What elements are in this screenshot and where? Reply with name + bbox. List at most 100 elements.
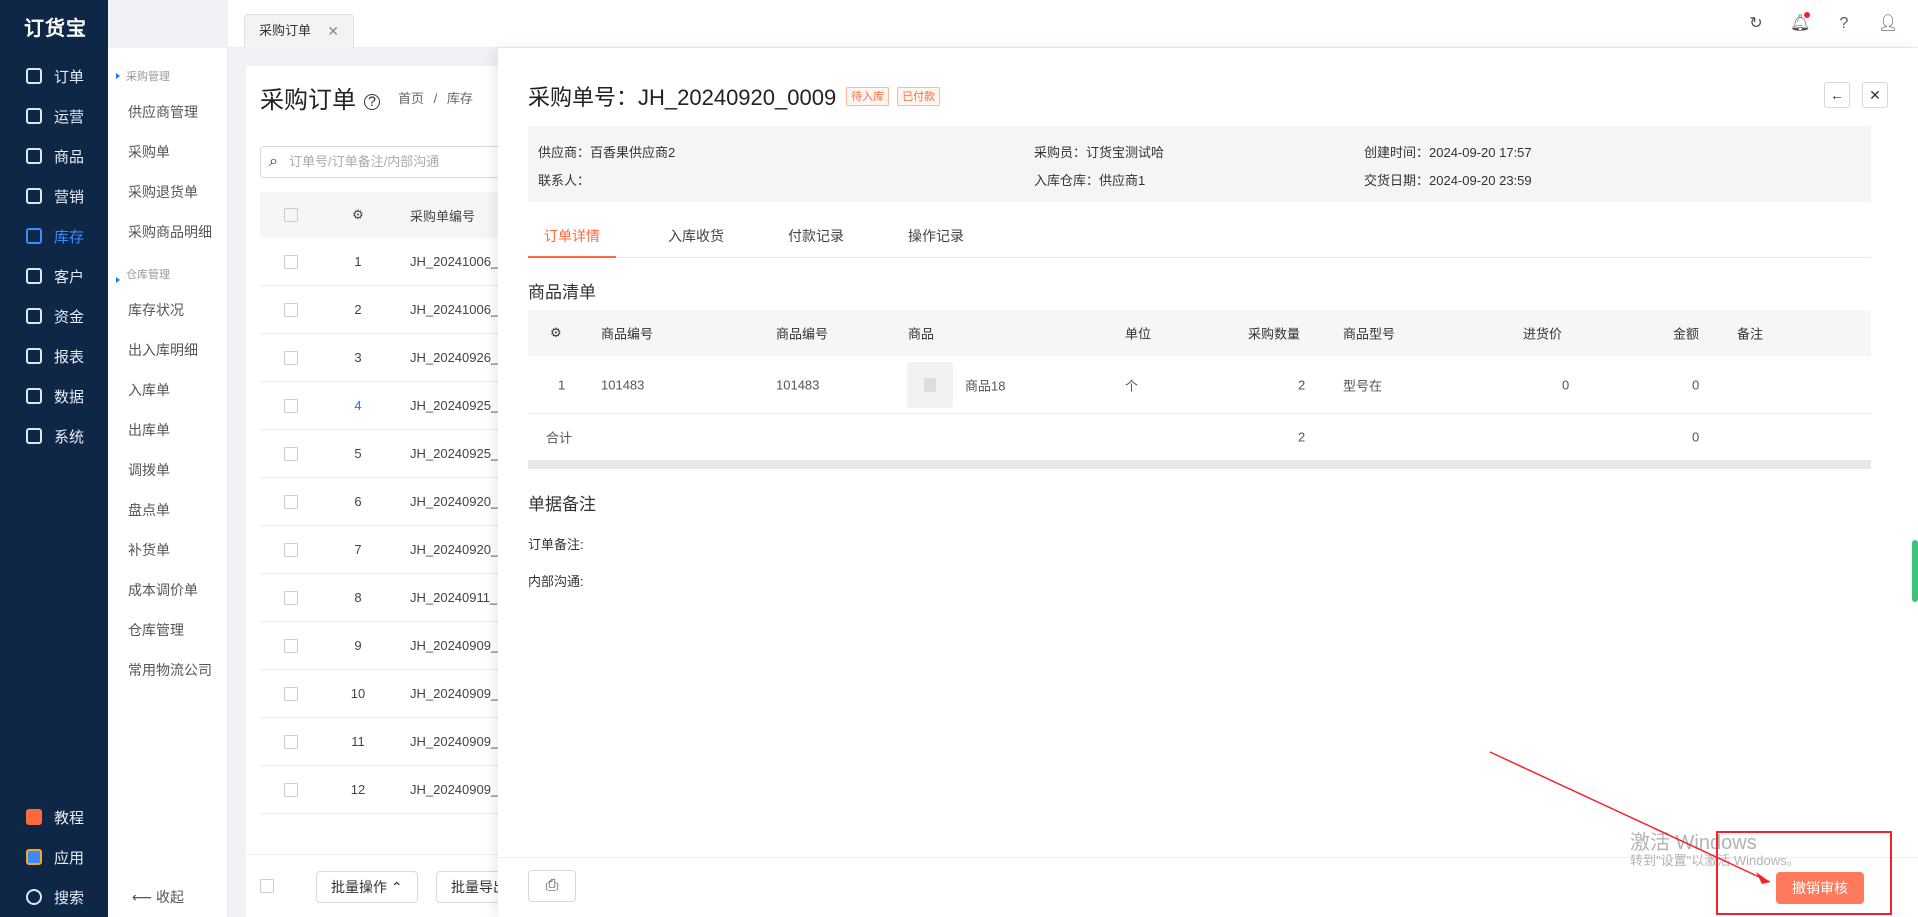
close-button[interactable]: ✕ (1862, 82, 1888, 108)
collapse-button[interactable]: ⟵ 收起 (132, 887, 184, 907)
nav-item-operation[interactable]: 运营 (0, 96, 108, 136)
print-button[interactable]: ⎙ (528, 870, 576, 902)
row-checkbox[interactable] (284, 350, 298, 365)
submenu-item-warehouse-mgmt[interactable]: 仓库管理 (108, 610, 227, 650)
submenu-item-stocktake[interactable]: 盘点单 (108, 490, 227, 530)
back-button[interactable]: ← (1824, 82, 1850, 108)
inventory-icon (26, 228, 42, 244)
page-scroll-indicator[interactable] (1912, 540, 1918, 602)
nav-item-order[interactable]: 订单 (0, 56, 108, 96)
product-thumbnail (907, 361, 953, 408)
goods-row[interactable]: 1 101483 101483 商品18 个 2 型号在 0 0 (528, 356, 1871, 414)
submenu-item-logistics[interactable]: 常用物流公司 (108, 650, 227, 690)
column-settings-icon[interactable]: ⚙ (318, 207, 398, 223)
row-checkbox[interactable] (284, 686, 298, 701)
warehouse-field: 入库仓库：供应商1 (1034, 173, 1146, 188)
order-remark-label: 订单备注: (528, 537, 584, 552)
help-circle-icon[interactable]: ? (364, 93, 380, 110)
row-checkbox[interactable] (284, 302, 298, 317)
submenu-group-purchase: 采购管理 (108, 48, 227, 92)
apps-icon (26, 849, 42, 865)
nav-item-data[interactable]: 数据 (0, 376, 108, 416)
top-icons: ↻ 🔔︎ ? 👤︎ (1746, 12, 1898, 34)
tab-inbound-receipt[interactable]: 入库收货 (652, 214, 740, 258)
tab-operation-log[interactable]: 操作记录 (892, 214, 980, 258)
row-checkbox[interactable] (284, 638, 298, 653)
supplier-field: 供应商：百香果供应商2 (538, 145, 676, 160)
breadcrumb-current: 库存 (446, 91, 473, 106)
row-checkbox[interactable] (284, 254, 298, 269)
status-badge-paid: 已付款 (897, 86, 941, 106)
report-icon (26, 348, 42, 364)
batch-ops-button[interactable]: 批量操作 ⌃ (316, 871, 418, 903)
tab-payment-record[interactable]: 付款记录 (772, 214, 860, 258)
submenu-group-warehouse: 仓库管理 (108, 252, 227, 290)
submenu-item-transfer[interactable]: 调拨单 (108, 450, 227, 490)
nav-item-report[interactable]: 报表 (0, 336, 108, 376)
nav-item-marketing[interactable]: 营销 (0, 176, 108, 216)
column-settings-icon[interactable]: ⚙ (550, 325, 562, 341)
customer-icon (26, 268, 42, 284)
nav-item-system[interactable]: 系统 (0, 416, 108, 456)
marketing-icon (26, 188, 42, 204)
nav-item-apps[interactable]: 应用 (0, 837, 108, 877)
submenu-item-outbound[interactable]: 出库单 (108, 410, 227, 450)
annotation-highlight-box (1716, 831, 1892, 915)
nav-item-tutorial[interactable]: 教程 (0, 797, 108, 837)
submenu-item-supplier[interactable]: 供应商管理 (108, 92, 227, 132)
breadcrumb: 首页 / 库存 (398, 91, 473, 106)
horizontal-scrollbar[interactable] (528, 460, 1871, 469)
nav-items: 订单 运营 商品 营销 库存 客户 资金 报表 数据 系统 (0, 56, 108, 456)
row-checkbox[interactable] (284, 446, 298, 461)
goods-list-title: 商品清单 (528, 283, 596, 302)
remark-section-title: 单据备注 (528, 495, 596, 514)
submenu-item-purchase-order[interactable]: 采购单 (108, 132, 227, 172)
refresh-icon[interactable]: ↻ (1746, 14, 1766, 34)
nav-item-customer[interactable]: 客户 (0, 256, 108, 296)
goods-icon (26, 148, 42, 164)
chevron-up-icon: ⌃ (390, 879, 403, 895)
search-icon (26, 889, 42, 905)
tutorial-icon (26, 809, 42, 825)
drawer-tabs: 订单详情 入库收货 付款记录 操作记录 (528, 214, 1871, 258)
row-checkbox[interactable] (284, 590, 298, 605)
submenu-item-stock-status[interactable]: 库存状况 (108, 290, 227, 330)
contact-field: 联系人： (538, 173, 591, 188)
submenu-item-stock-detail[interactable]: 出入库明细 (108, 330, 227, 370)
submenu-item-cost-adjust[interactable]: 成本调价单 (108, 570, 227, 610)
submenu-item-purchase-detail[interactable]: 采购商品明细 (108, 212, 227, 252)
row-checkbox[interactable] (284, 542, 298, 557)
status-badge-pending-inbound: 待入库 (846, 86, 890, 106)
nav-item-inventory[interactable]: 库存 (0, 216, 108, 256)
footer-select-all-checkbox[interactable] (260, 879, 274, 893)
goods-table-header: ⚙ 商品编号 商品编号 商品 单位 采购数量 商品型号 进货价 金额 备注 (528, 310, 1871, 356)
main-nav: 订货宝 订单 运营 商品 营销 库存 客户 资金 报表 数据 系统 教程 应用 … (0, 0, 108, 917)
operation-icon (26, 108, 42, 124)
user-icon[interactable]: 👤︎ (1878, 14, 1898, 34)
submenu-item-purchase-return[interactable]: 采购退货单 (108, 172, 227, 212)
tab-purchase-order[interactable]: 采购订单 ✕ (244, 14, 354, 48)
breadcrumb-home[interactable]: 首页 (398, 91, 424, 106)
select-all-checkbox[interactable] (284, 208, 298, 222)
submenu-item-replenish[interactable]: 补货单 (108, 530, 227, 570)
created-time-field: 创建时间：2024-09-20 17:57 (1364, 145, 1532, 160)
bell-icon[interactable]: 🔔︎ (1790, 12, 1810, 34)
help-icon[interactable]: ? (1834, 14, 1854, 34)
app-logo: 订货宝 (24, 18, 87, 40)
submenu-item-inbound[interactable]: 入库单 (108, 370, 227, 410)
nav-item-goods[interactable]: 商品 (0, 136, 108, 176)
nav-item-search[interactable]: 搜索 (0, 877, 108, 917)
row-checkbox[interactable] (284, 494, 298, 509)
printer-icon: ⎙ (545, 877, 559, 894)
row-checkbox[interactable] (284, 734, 298, 749)
close-tab-icon[interactable]: ✕ (327, 15, 339, 47)
system-icon (26, 428, 42, 444)
order-icon (26, 68, 42, 84)
tab-order-detail[interactable]: 订单详情 (528, 214, 616, 258)
delivery-date-field: 交货日期：2024-09-20 23:59 (1364, 173, 1532, 188)
nav-item-fund[interactable]: 资金 (0, 296, 108, 336)
order-info-panel: 供应商：百香果供应商2 联系人： 采购员：订货宝测试哈 入库仓库：供应商1 创建… (528, 126, 1871, 202)
row-checkbox[interactable] (284, 782, 298, 797)
sub-menu: 采购管理 供应商管理 采购单 采购退货单 采购商品明细 仓库管理 库存状况 出入… (108, 48, 228, 917)
row-checkbox[interactable] (284, 398, 298, 413)
